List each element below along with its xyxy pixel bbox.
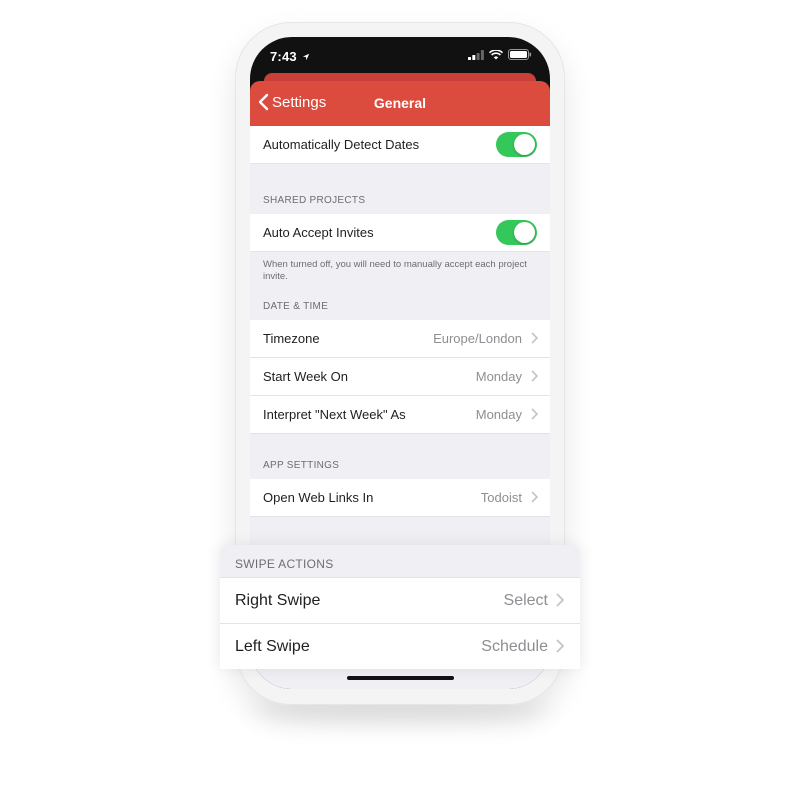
start-week-on-row[interactable]: Start Week On Monday: [250, 358, 550, 396]
chevron-right-icon: [531, 332, 538, 344]
battery-icon: [508, 49, 532, 60]
navigation-bar: Settings General: [250, 81, 550, 126]
left-swipe-value: Schedule: [481, 638, 548, 655]
start-week-on-label: Start Week On: [263, 369, 349, 384]
open-web-links-row[interactable]: Open Web Links In Todoist: [250, 479, 550, 517]
home-indicator: [347, 676, 454, 680]
auto-accept-invites-label: Auto Accept Invites: [263, 225, 374, 240]
shared-projects-footer: When turned off, you will need to manual…: [263, 259, 527, 282]
auto-accept-invites-toggle[interactable]: [496, 220, 537, 245]
toggle-knob: [514, 222, 535, 243]
auto-detect-dates-label: Automatically Detect Dates: [263, 137, 420, 152]
chevron-right-icon: [531, 370, 538, 382]
page-title: General: [373, 95, 427, 111]
left-swipe-label: Left Swipe: [235, 638, 310, 655]
auto-detect-dates-row: Automatically Detect Dates: [250, 126, 550, 164]
open-web-links-value: Todoist: [480, 490, 522, 505]
chevron-right-icon: [531, 408, 538, 420]
status-time-text: 7:43: [270, 49, 297, 64]
wifi-icon: [489, 49, 503, 59]
auto-detect-dates-toggle[interactable]: [496, 132, 537, 157]
location-arrow-icon: [302, 53, 309, 61]
right-swipe-row[interactable]: Right Swipe Select: [220, 577, 580, 623]
left-swipe-row[interactable]: Left Swipe Schedule: [220, 623, 580, 669]
interpret-next-week-value: Monday: [475, 407, 522, 422]
right-swipe-label: Right Swipe: [235, 592, 321, 609]
section-header-date-time: DATE & TIME: [263, 301, 329, 312]
timezone-value: Europe/London: [433, 331, 522, 346]
signal-icon: [468, 49, 484, 60]
chevron-right-icon: [556, 639, 564, 653]
timezone-label: Timezone: [263, 331, 320, 346]
timezone-row[interactable]: Timezone Europe/London: [250, 320, 550, 358]
chevron-right-icon: [531, 491, 538, 503]
toggle-knob: [514, 134, 535, 155]
section-header-swipe-actions: SWIPE ACTIONS: [235, 557, 334, 571]
section-header-app-settings: APP SETTINGS: [263, 460, 340, 471]
swipe-actions-card: SWIPE ACTIONS Right Swipe Select Left Sw…: [220, 545, 580, 669]
interpret-next-week-row[interactable]: Interpret "Next Week" As Monday: [250, 396, 550, 434]
status-icons: [468, 49, 532, 60]
right-swipe-value: Select: [503, 592, 548, 609]
interpret-next-week-label: Interpret "Next Week" As: [263, 407, 406, 422]
status-time: 7:43: [270, 49, 310, 64]
section-header-shared-projects: SHARED PROJECTS: [263, 195, 366, 206]
chevron-right-icon: [556, 593, 564, 607]
notch: [320, 37, 480, 65]
start-week-on-value: Monday: [475, 369, 522, 384]
auto-accept-invites-row: Auto Accept Invites: [250, 214, 550, 252]
open-web-links-label: Open Web Links In: [263, 490, 374, 505]
